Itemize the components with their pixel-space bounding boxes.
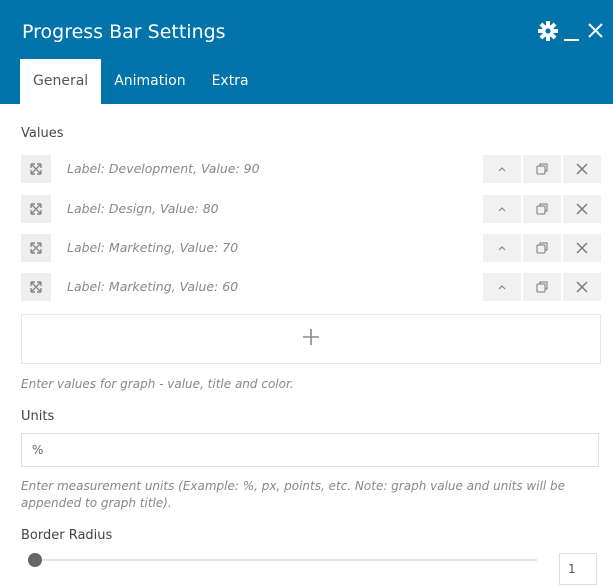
tab-extra[interactable]: Extra xyxy=(199,59,262,104)
close-icon[interactable] xyxy=(585,18,607,44)
drag-handle-icon[interactable] xyxy=(21,234,51,262)
drag-handle-icon[interactable] xyxy=(21,273,51,301)
drag-handle-icon[interactable] xyxy=(21,195,51,223)
list-item: Label: Marketing, Value: 60 xyxy=(21,273,601,301)
value-label: Label: Design, Value: 80 xyxy=(67,201,219,216)
value-label: Label: Development, Value: 90 xyxy=(67,161,260,176)
tab-general[interactable]: General xyxy=(20,59,102,104)
collapse-button[interactable] xyxy=(483,234,521,262)
collapse-button[interactable] xyxy=(483,273,521,301)
border-radius-slider-track[interactable] xyxy=(34,559,537,561)
border-radius-input[interactable]: 1 xyxy=(559,553,597,585)
header-controls xyxy=(535,18,607,44)
border-radius-label: Border Radius xyxy=(21,528,113,543)
gear-icon[interactable] xyxy=(537,18,559,44)
collapse-button[interactable] xyxy=(483,155,521,183)
tab-bar: General Animation Extra xyxy=(20,59,262,104)
panel-title: Progress Bar Settings xyxy=(22,21,226,43)
add-value-button[interactable] xyxy=(21,314,601,364)
settings-header: Progress Bar Settings General Animation … xyxy=(0,0,613,104)
row-actions xyxy=(483,195,601,223)
units-value: % xyxy=(32,443,44,457)
duplicate-button[interactable] xyxy=(523,195,561,223)
delete-button[interactable] xyxy=(563,155,601,183)
values-label: Values xyxy=(21,126,64,141)
units-hint: Enter measurement units (Example: %, px,… xyxy=(21,479,566,510)
list-item: Label: Design, Value: 80 xyxy=(21,195,601,223)
plus-icon xyxy=(301,327,321,351)
tab-animation[interactable]: Animation xyxy=(101,59,198,104)
row-actions xyxy=(483,273,601,301)
list-item: Label: Development, Value: 90 xyxy=(21,155,601,183)
duplicate-button[interactable] xyxy=(523,155,561,183)
row-actions xyxy=(483,234,601,262)
delete-button[interactable] xyxy=(563,234,601,262)
units-label: Units xyxy=(21,409,55,424)
values-hint: Enter values for graph - value, title an… xyxy=(21,377,294,391)
collapse-button[interactable] xyxy=(483,195,521,223)
duplicate-button[interactable] xyxy=(523,234,561,262)
minimize-icon[interactable] xyxy=(561,18,583,44)
value-label: Label: Marketing, Value: 60 xyxy=(67,279,239,294)
duplicate-button[interactable] xyxy=(523,273,561,301)
row-actions xyxy=(483,155,601,183)
drag-handle-icon[interactable] xyxy=(21,155,51,183)
delete-button[interactable] xyxy=(563,273,601,301)
units-input[interactable]: % xyxy=(21,433,599,467)
list-item: Label: Marketing, Value: 70 xyxy=(21,234,601,262)
delete-button[interactable] xyxy=(563,195,601,223)
border-radius-value: 1 xyxy=(568,562,576,576)
border-radius-slider-handle[interactable] xyxy=(28,553,42,567)
value-label: Label: Marketing, Value: 70 xyxy=(67,240,239,255)
